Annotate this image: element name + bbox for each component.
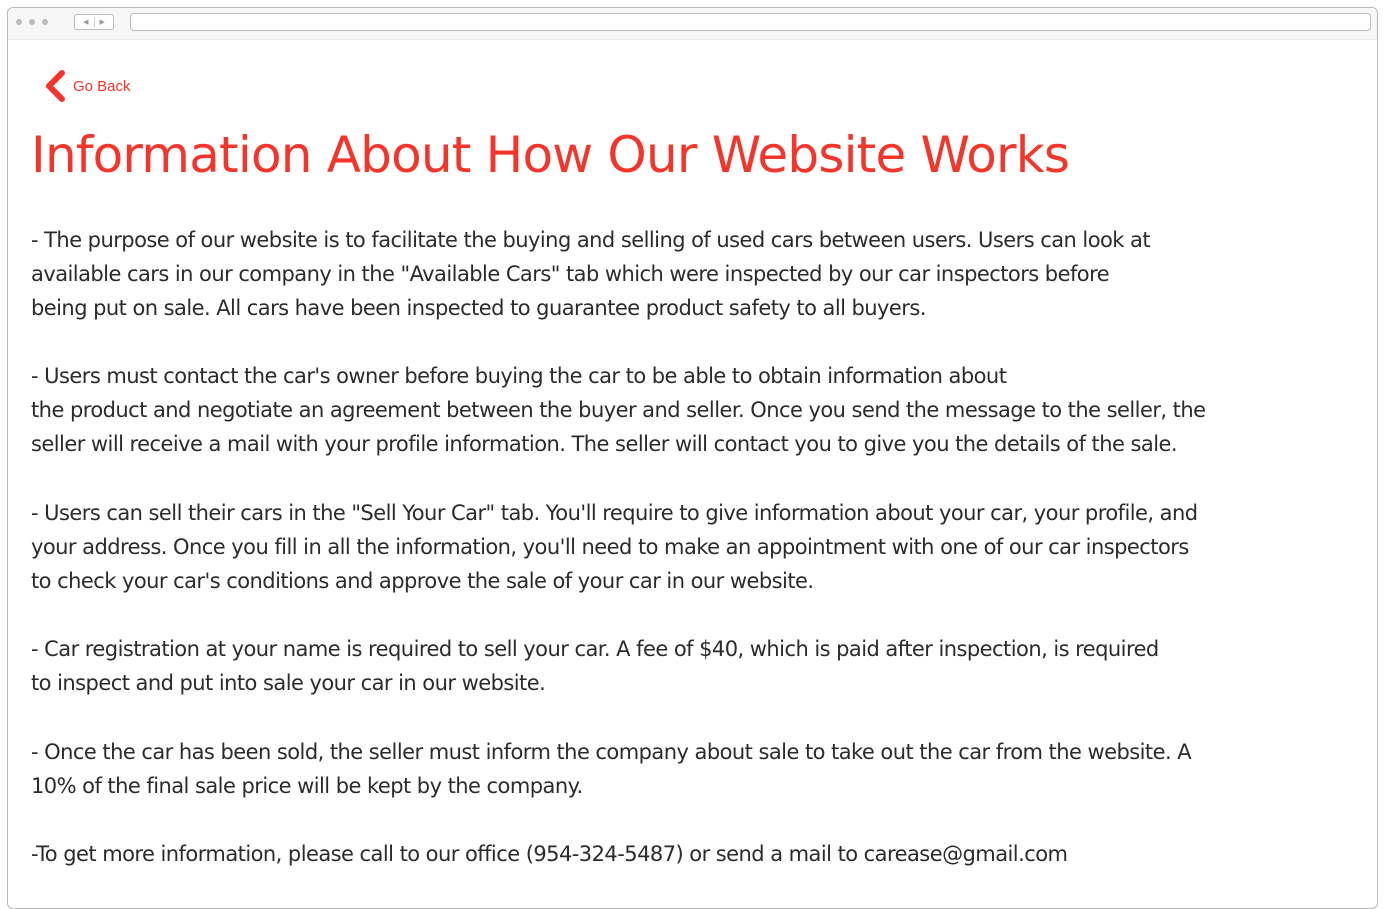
paragraph-line: 10% of the final sale price will be kept… [31,774,583,798]
info-paragraph-after-sale: - Once the car has been sold, the seller… [31,735,1192,803]
window-zoom-dot[interactable] [42,19,48,25]
paragraph-line: available cars in our company in the "Av… [31,262,1110,286]
page-title: Information About How Our Website Works [31,126,1070,184]
paragraph-line: - Users can sell their cars in the "Sell… [31,501,1198,525]
chevron-left-icon [41,70,67,102]
paragraph-line: your address. Once you fill in all the i… [31,535,1189,559]
paragraph-line: - The purpose of our website is to facil… [31,228,1151,252]
paragraph-line: to check your car's conditions and appro… [31,569,814,593]
paragraph-line: -To get more information, please call to… [31,842,1068,866]
info-paragraph-sell-car: - Users can sell their cars in the "Sell… [31,496,1198,598]
nav-separator [93,17,95,27]
paragraph-line: seller will receive a mail with your pro… [31,432,1178,456]
history-nav-buttons: ◀ ▶ [74,14,114,30]
info-paragraph-contact-info: -To get more information, please call to… [31,837,1068,871]
paragraph-line: to inspect and put into sale your car in… [31,671,546,695]
paragraph-line: - Users must contact the car's owner bef… [31,364,1007,388]
paragraph-line: the product and negotiate an agreement b… [31,398,1206,422]
go-back-link[interactable]: Go Back [41,70,131,102]
info-paragraph-purpose: - The purpose of our website is to facil… [31,223,1151,325]
window-close-dot[interactable] [16,19,22,25]
window-minimize-dot[interactable] [29,19,35,25]
info-paragraph-registration-fee: - Car registration at your name is requi… [31,632,1159,700]
paragraph-line: - Once the car has been sold, the seller… [31,740,1192,764]
info-paragraph-contact-owner: - Users must contact the car's owner bef… [31,359,1206,461]
go-back-label: Go Back [73,77,131,95]
paragraph-line: - Car registration at your name is requi… [31,637,1159,661]
browser-toolbar: ◀ ▶ [8,8,1377,40]
browser-forward-arrow-icon[interactable]: ▶ [100,18,105,26]
paragraph-line: being put on sale. All cars have been in… [31,296,926,320]
address-bar[interactable] [130,13,1371,31]
browser-back-arrow-icon[interactable]: ◀ [83,18,88,26]
